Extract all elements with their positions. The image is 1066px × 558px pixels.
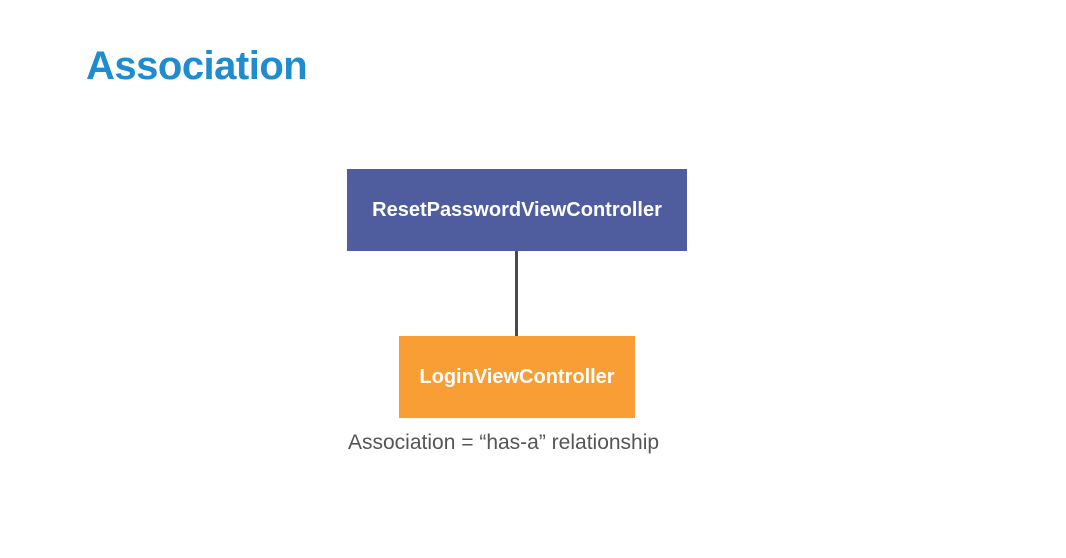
slide-title: Association — [86, 44, 308, 88]
child-class-box: LoginViewController — [399, 336, 635, 418]
diagram-caption: Association = “has-a” relationship — [348, 431, 660, 454]
slide: Association ResetPasswordViewController … — [0, 0, 1066, 558]
parent-class-label: ResetPasswordViewController — [372, 198, 662, 221]
parent-class-box: ResetPasswordViewController — [347, 169, 687, 251]
association-connector-line — [515, 251, 518, 336]
child-class-label: LoginViewController — [419, 365, 615, 388]
